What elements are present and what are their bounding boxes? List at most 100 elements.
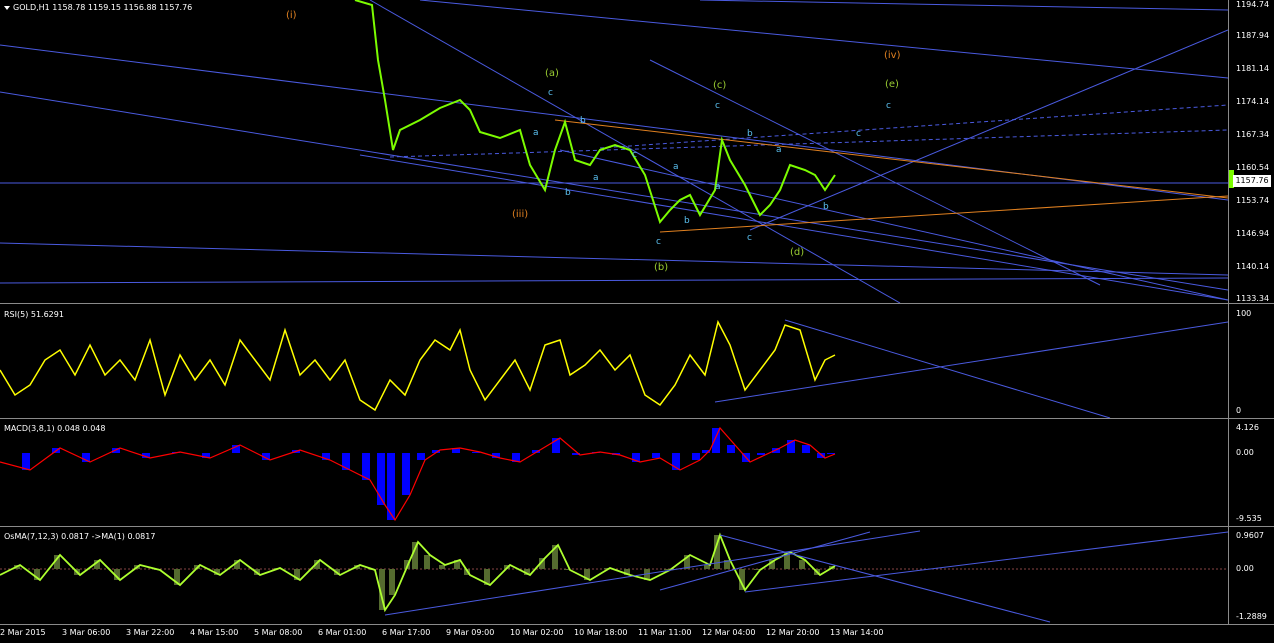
time-label: 13 Mar 14:00 [830,628,884,637]
osma-max: 0.9607 [1236,531,1264,540]
macd-histogram-bar [802,445,810,453]
macd-histogram-bar [652,453,660,458]
subwave-label: b [747,129,753,139]
rsi-line [0,319,836,412]
macd-histogram-bar [417,453,425,460]
macd-label: MACD(3,8,1) 0.048 0.048 [4,424,106,433]
osma-histogram-bar [424,555,430,569]
time-label: 9 Mar 09:00 [446,628,495,637]
price-label: 1160.54 [1236,163,1270,172]
trendline [749,29,1228,231]
rsi-label: RSI(5) 51.6291 [4,310,64,319]
trendline [419,0,1228,79]
wave-label-d: (d) [790,247,805,258]
price-label: 1133.34 [1236,294,1270,303]
symbol-header: GOLD,H1 1158.78 1159.15 1156.88 1157.76 [4,3,192,12]
time-label: 2 Mar 2015 [0,628,46,637]
macd-min: -9.535 [1236,514,1262,523]
price-label: 1187.94 [1236,31,1270,40]
macd-max: 4.126 [1236,423,1259,432]
macd-histogram-bar [727,445,735,453]
time-label: 12 Mar 20:00 [766,628,820,637]
dropdown-triangle-icon[interactable] [4,5,10,10]
wave-label-a: (a) [545,68,559,79]
osma-histogram-bar [439,565,445,569]
time-label: 6 Mar 17:00 [382,628,431,637]
subwave-label: c [747,233,752,243]
macd-histogram-bar [402,453,410,495]
macd-histogram-bar [22,453,30,470]
current-price-marker: 1157.76 [1233,175,1271,187]
subwave-label: c [656,237,661,247]
orange-trendline [554,119,1228,199]
dashed-trendline [599,104,1228,149]
time-label: 6 Mar 01:00 [318,628,367,637]
price-label: 1146.94 [1236,229,1270,238]
wave-label-b: (b) [654,262,669,273]
time-label: 5 Mar 08:00 [254,628,303,637]
symbol-header-text: GOLD,H1 1158.78 1159.15 1156.88 1157.76 [13,3,193,12]
wave-label-iv: (iv) [884,50,901,61]
wave-label-c: (c) [713,80,727,91]
time-axis-separator [0,624,1274,625]
price-axis-line [1228,0,1229,624]
price-label: 1140.14 [1236,262,1270,271]
time-label: 10 Mar 02:00 [510,628,564,637]
subwave-label: b [580,116,586,126]
pane-separator[interactable] [0,526,1274,527]
chart-drawing [0,0,1234,623]
pane-separator[interactable] [0,418,1274,419]
osma-histogram-bar [799,560,805,569]
time-label: 11 Mar 11:00 [638,628,692,637]
time-label: 3 Mar 22:00 [126,628,175,637]
rsi-trendline [714,321,1228,403]
osma-histogram-bar [704,565,710,569]
rsi-min: 0 [1236,406,1242,415]
dashed-trendline [389,129,1228,158]
subwave-label: a [533,128,539,138]
wave-label-e: (e) [885,79,899,90]
subwave-label: c [886,101,891,111]
price-label: 1174.14 [1236,97,1270,106]
osma-histogram-bar [389,569,395,595]
subwave-label: a [673,162,679,172]
subwave-label: a [776,145,782,155]
subwave-label: b [684,216,690,226]
time-label: 3 Mar 06:00 [62,628,111,637]
time-label: 10 Mar 18:00 [574,628,628,637]
time-label: 4 Mar 15:00 [190,628,239,637]
trendline [0,91,1228,291]
price-label: 1194.74 [1236,0,1270,9]
subwave-label: c [856,129,861,139]
osma-trendline [744,531,1228,593]
osma-zero: 0.00 [1236,564,1254,573]
price-label: 1181.14 [1236,64,1270,73]
subwave-label: b [823,202,829,212]
macd-signal-line [0,426,836,522]
trendline [359,154,1228,301]
subwave-label: c [548,88,553,98]
rsi-trendline [784,319,1111,418]
osma-trendline [719,534,1051,623]
trendline [0,277,1228,284]
macd-zero: 0.00 [1236,448,1254,457]
pane-separator[interactable] [0,303,1274,304]
price-label: 1167.34 [1236,130,1270,139]
subwave-label: c [715,101,720,111]
osma-trendline [659,531,871,591]
subwave-label: c [632,150,637,160]
osma-min: -1.2889 [1236,612,1267,621]
subwave-label: a [593,173,599,183]
trendline [559,149,1228,301]
wave-label-i: (i) [286,10,297,21]
wave-label-iii: (iii) [512,209,529,220]
rsi-max: 100 [1236,309,1252,318]
price-label: 1153.74 [1236,196,1270,205]
trendline [699,0,1228,11]
macd-histogram-bar [757,453,765,455]
macd-histogram-bar [692,453,700,460]
subwave-label: a [715,182,721,192]
time-label: 12 Mar 04:00 [702,628,756,637]
osma-label: OsMA(7,12,3) 0.0817 ->MA(1) 0.0817 [4,532,156,541]
subwave-label: b [565,188,571,198]
